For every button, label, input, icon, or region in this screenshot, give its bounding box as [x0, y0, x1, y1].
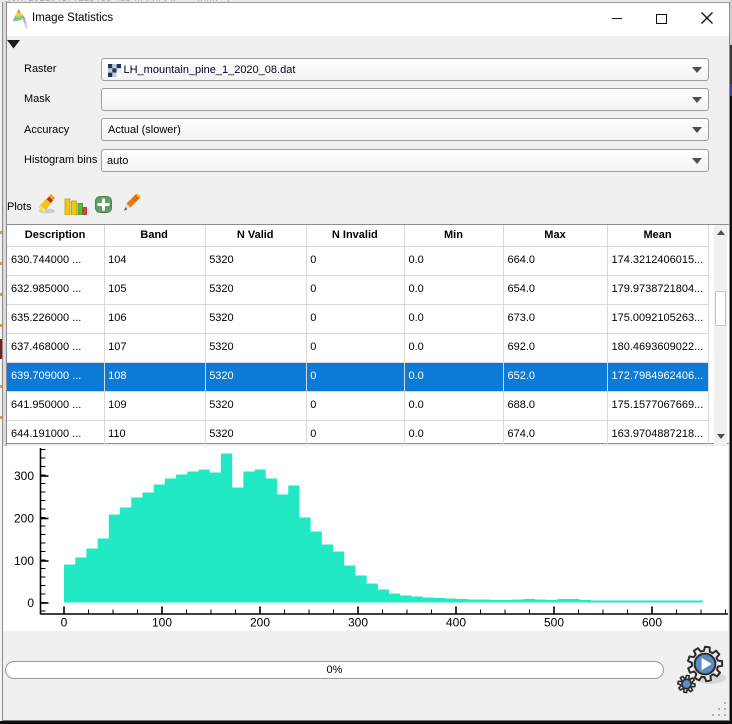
svg-text:200: 200	[14, 512, 34, 526]
svg-text:0: 0	[61, 616, 68, 630]
svg-text:600: 600	[642, 616, 662, 630]
svg-text:200: 200	[250, 616, 270, 630]
svg-text:400: 400	[446, 616, 466, 630]
svg-text:100: 100	[14, 554, 34, 568]
svg-text:100: 100	[152, 616, 172, 630]
svg-text:0: 0	[27, 596, 34, 610]
svg-text:300: 300	[14, 469, 34, 483]
svg-text:300: 300	[348, 616, 368, 630]
svg-text:500: 500	[544, 616, 564, 630]
